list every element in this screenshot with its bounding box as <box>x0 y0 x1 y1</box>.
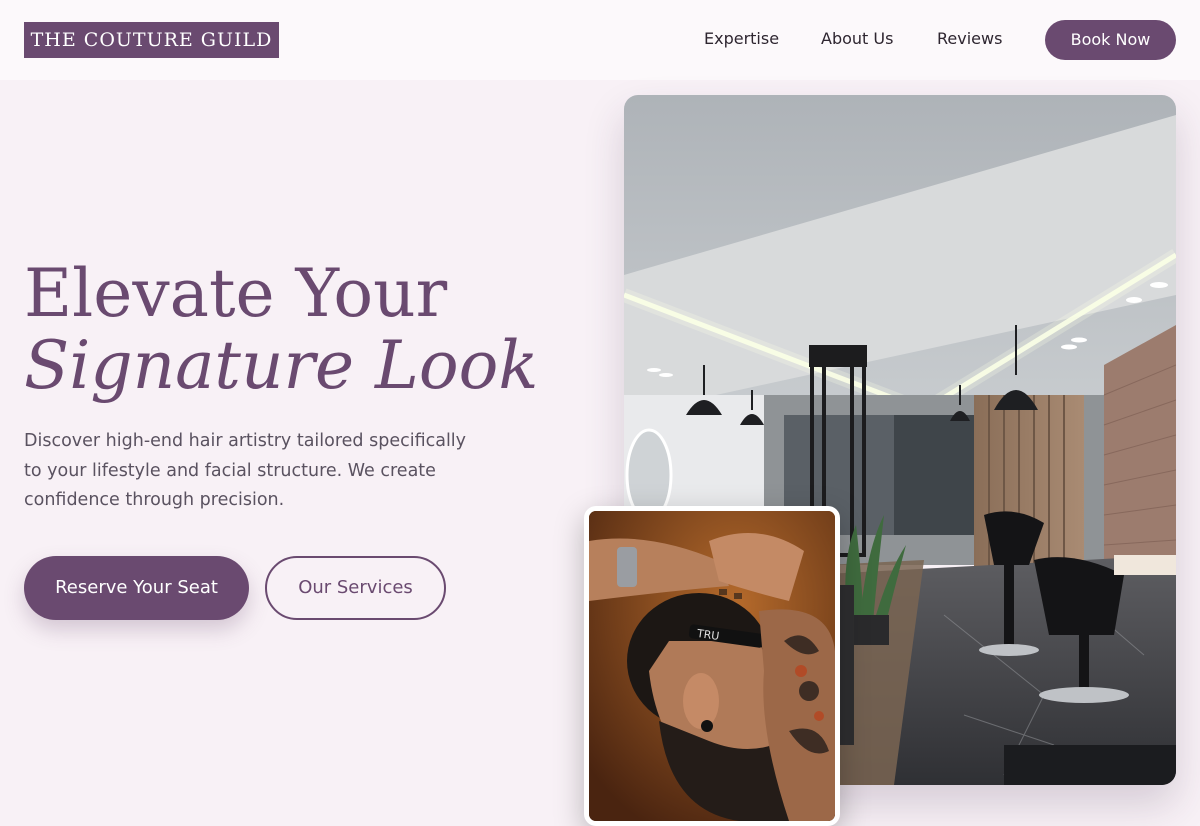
nav-link-about-us[interactable]: About Us <box>821 29 893 49</box>
nav-link-expertise[interactable]: Expertise <box>704 29 779 49</box>
barber-shaving-image: TRU <box>584 506 840 826</box>
barber-shaving-illustration: TRU <box>589 511 835 821</box>
brand-logo[interactable]: THE COUTURE GUILD <box>24 22 279 58</box>
hero-title-line1: Elevate Your <box>24 255 448 332</box>
nav-link-reviews[interactable]: Reviews <box>937 29 1002 49</box>
hero-title: Elevate Your Signature Look <box>24 258 538 402</box>
hero-description: Discover high-end hair artistry tailored… <box>24 431 467 510</box>
hero-title-line2: Signature Look <box>24 327 539 404</box>
our-services-button[interactable]: Our Services <box>265 556 446 620</box>
reserve-seat-button[interactable]: Reserve Your Seat <box>24 556 249 620</box>
book-now-button[interactable]: Book Now <box>1045 20 1176 60</box>
site-header: THE COUTURE GUILD Expertise About Us Rev… <box>0 0 1200 80</box>
